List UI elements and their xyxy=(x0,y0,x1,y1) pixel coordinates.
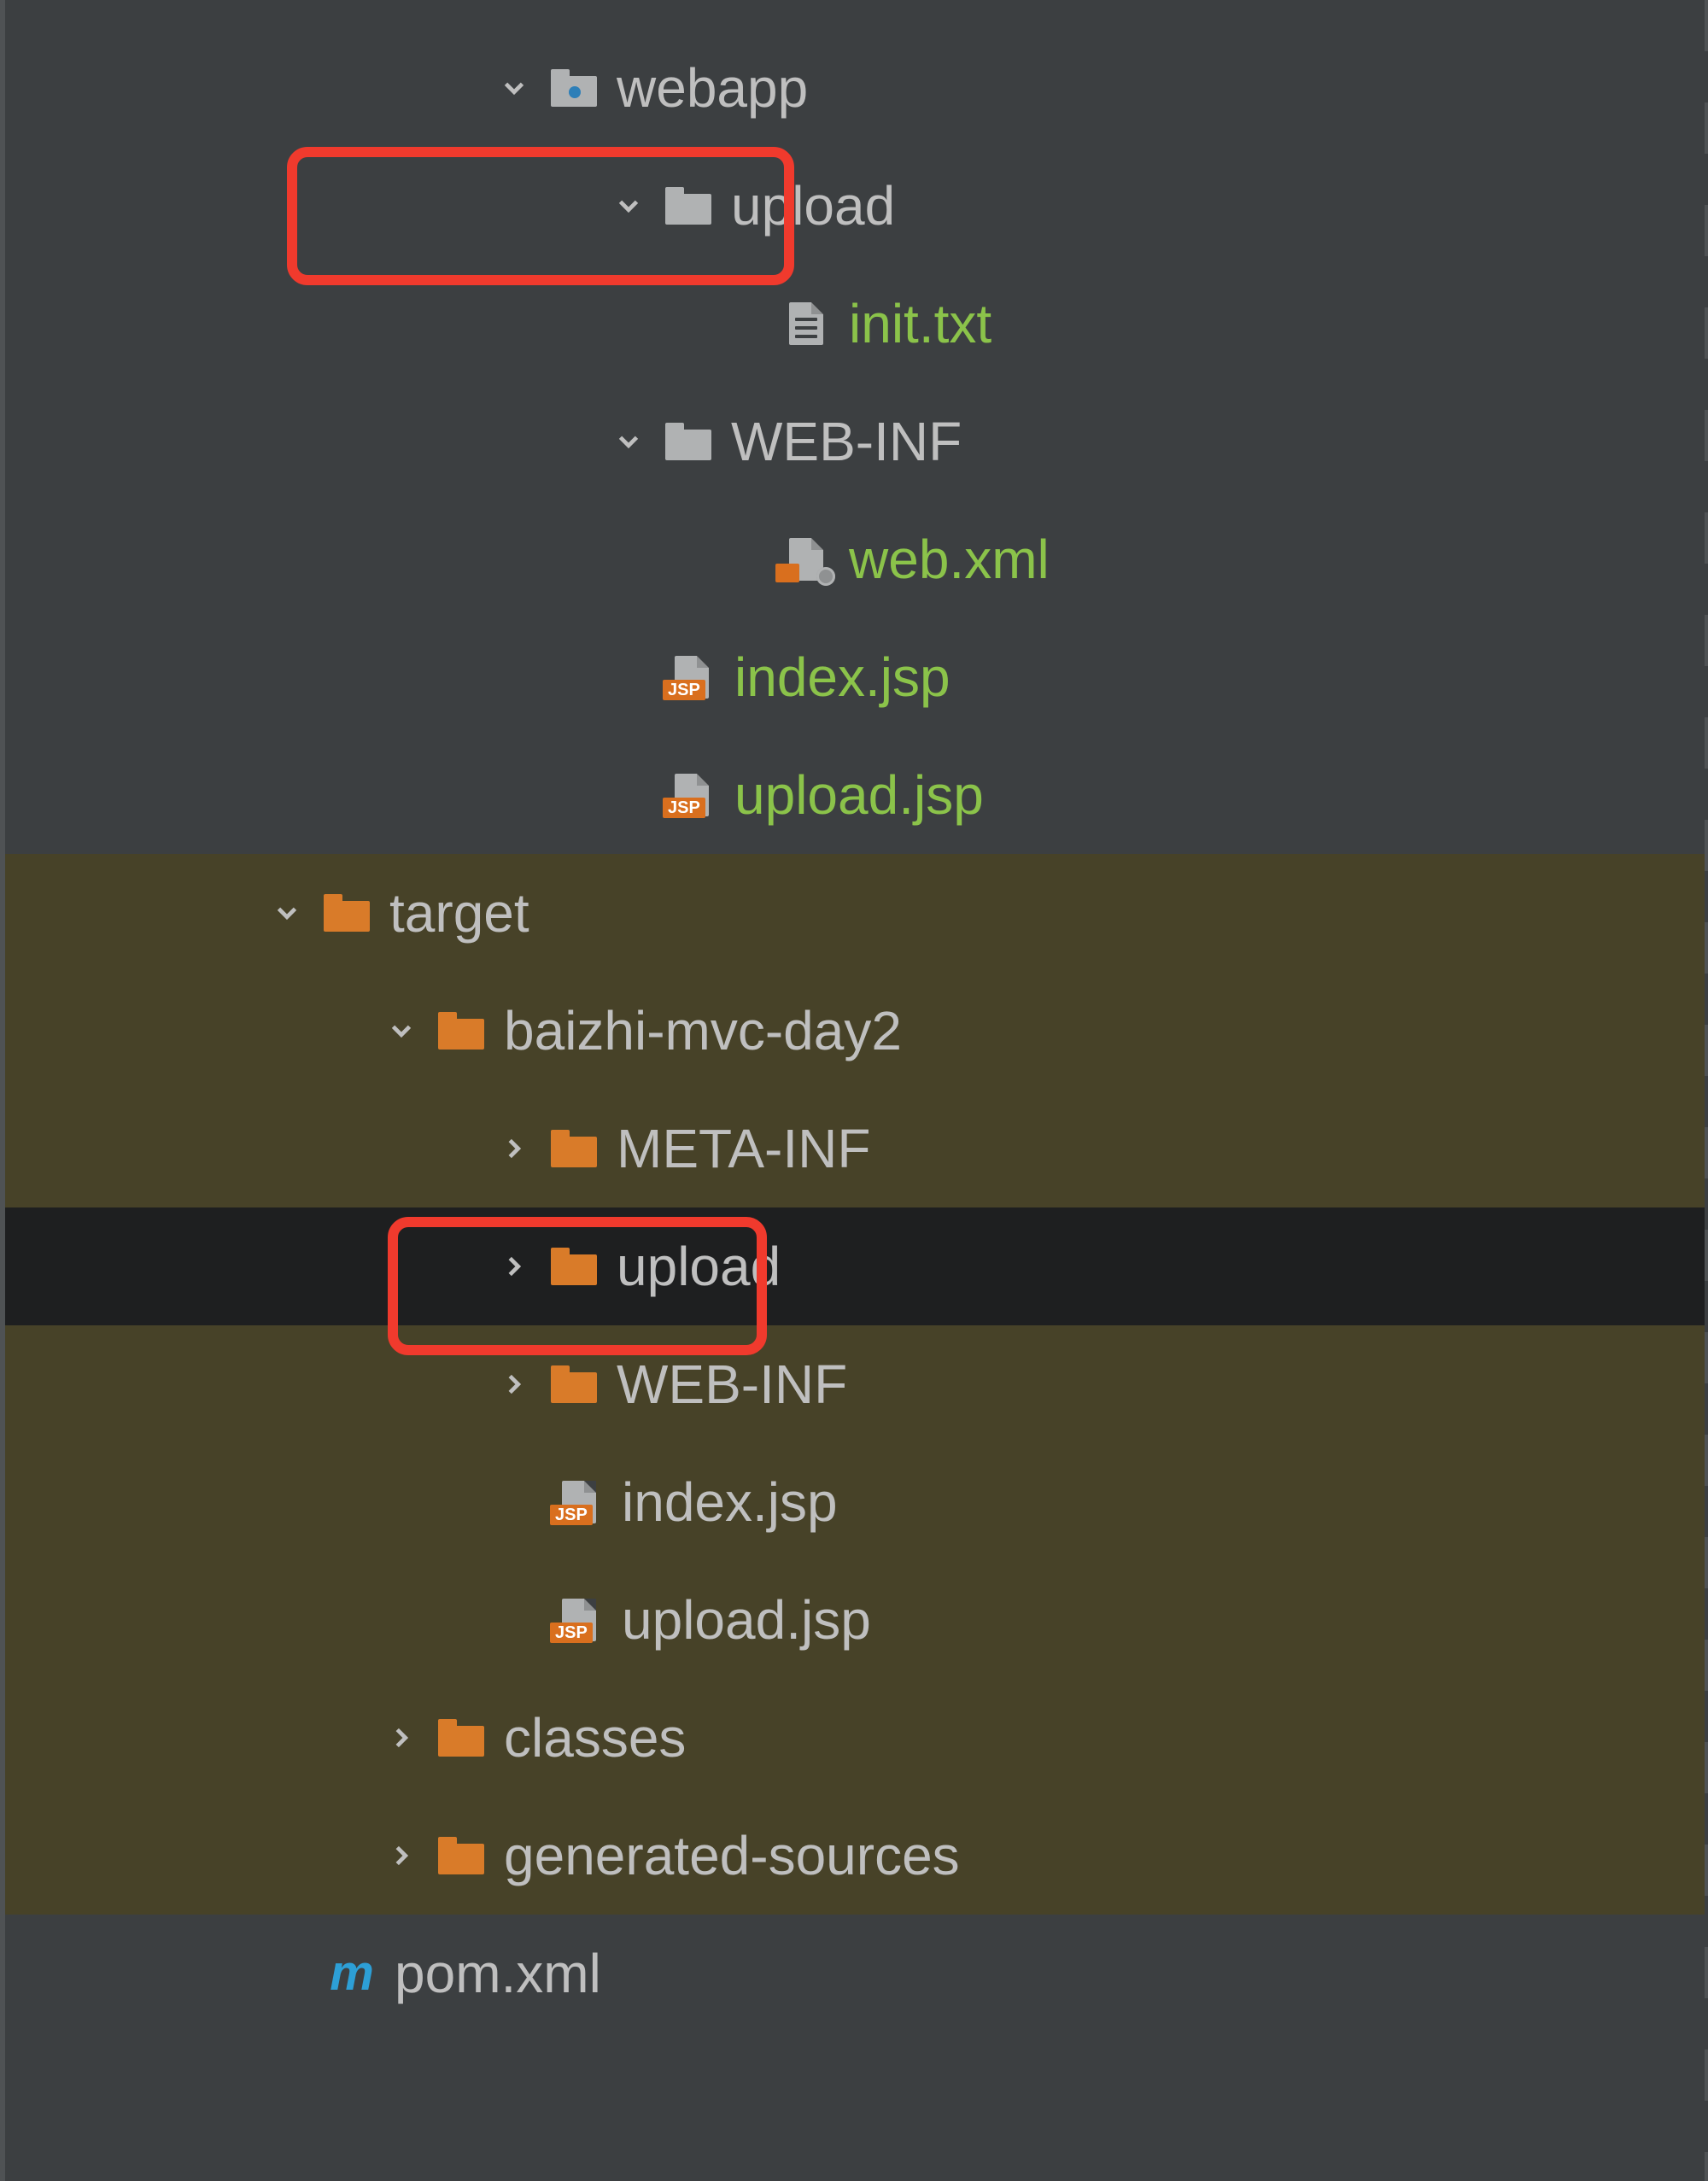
tree-label: pom.xml xyxy=(395,1946,601,2001)
tree-item-baizhi-mvc-day2[interactable]: baizhi-mvc-day2 xyxy=(5,972,1708,1090)
folder-icon xyxy=(664,184,712,227)
tree-label: upload.jsp xyxy=(734,768,984,822)
excluded-folder-icon xyxy=(323,892,371,934)
tree-item-meta-inf[interactable]: META-INF xyxy=(5,1090,1708,1207)
chevron-right-icon[interactable] xyxy=(497,1249,531,1283)
chevron-down-icon[interactable] xyxy=(270,896,304,930)
excluded-folder-icon xyxy=(550,1363,598,1406)
chevron-right-icon[interactable] xyxy=(497,1131,531,1166)
jsp-file-icon: JSP xyxy=(555,1481,603,1523)
chevron-right-icon[interactable] xyxy=(384,1721,418,1755)
chevron-right-icon[interactable] xyxy=(384,1839,418,1873)
tree-item-upload-target[interactable]: upload xyxy=(5,1207,1708,1325)
scrollbar-track[interactable] xyxy=(1705,0,1708,2181)
tree-item-web-inf-target[interactable]: WEB-INF xyxy=(5,1325,1708,1443)
tree-label: web.xml xyxy=(849,532,1050,587)
webapp-folder-icon xyxy=(550,67,598,109)
tree-item-web-inf-source[interactable]: WEB-INF xyxy=(5,383,1708,500)
tree-item-upload-source[interactable]: upload xyxy=(5,147,1708,265)
text-file-icon xyxy=(782,302,830,345)
excluded-folder-icon xyxy=(437,1716,485,1759)
chevron-down-icon[interactable] xyxy=(497,71,531,105)
tree-label: target xyxy=(389,886,529,940)
tree-label: index.jsp xyxy=(622,1475,838,1529)
tree-label: webapp xyxy=(617,61,808,115)
jsp-file-icon: JSP xyxy=(555,1599,603,1641)
excluded-folder-icon xyxy=(437,1834,485,1877)
excluded-folder-icon xyxy=(437,1009,485,1052)
tree-label: index.jsp xyxy=(734,650,951,705)
tree-item-target[interactable]: target xyxy=(5,854,1708,972)
tree-item-generated-sources[interactable]: generated-sources xyxy=(5,1797,1708,1915)
tree-label: META-INF xyxy=(617,1121,870,1176)
tree-label: generated-sources xyxy=(504,1828,960,1883)
tree-item-upload-jsp-source[interactable]: JSP upload.jsp xyxy=(5,736,1708,854)
tree-label: WEB-INF xyxy=(617,1357,847,1412)
tree-label: upload xyxy=(617,1239,781,1294)
chevron-down-icon[interactable] xyxy=(384,1014,418,1048)
tree-item-upload-jsp-target[interactable]: JSP upload.jsp xyxy=(5,1561,1708,1679)
tree-label: upload xyxy=(731,178,895,233)
tree-label: init.txt xyxy=(849,296,991,351)
tree-item-web-xml[interactable]: web.xml xyxy=(5,500,1708,618)
excluded-folder-icon xyxy=(550,1127,598,1170)
tree-item-classes[interactable]: classes xyxy=(5,1679,1708,1797)
jsp-file-icon: JSP xyxy=(668,774,716,816)
project-tree-panel: webapp upload init.txt WEB-INF xyxy=(0,0,1708,2181)
tree-item-index-jsp-source[interactable]: JSP index.jsp xyxy=(5,618,1708,736)
xml-file-icon xyxy=(782,538,830,581)
folder-icon xyxy=(664,420,712,463)
jsp-file-icon: JSP xyxy=(668,656,716,699)
tree-item-pom-xml[interactable]: m pom.xml xyxy=(5,1915,1708,2032)
tree-label: baizhi-mvc-day2 xyxy=(504,1003,902,1058)
tree-label: WEB-INF xyxy=(731,414,962,469)
tree-label: upload.jsp xyxy=(622,1593,871,1647)
tree-item-index-jsp-target[interactable]: JSP index.jsp xyxy=(5,1443,1708,1561)
tree-label: classes xyxy=(504,1710,686,1765)
chevron-down-icon[interactable] xyxy=(611,189,646,223)
chevron-right-icon[interactable] xyxy=(497,1367,531,1401)
tree-item-init-txt[interactable]: init.txt xyxy=(5,265,1708,383)
excluded-folder-icon xyxy=(550,1245,598,1288)
tree-item-webapp[interactable]: webapp xyxy=(5,29,1708,147)
chevron-down-icon[interactable] xyxy=(611,424,646,459)
maven-icon: m xyxy=(328,1952,376,1995)
